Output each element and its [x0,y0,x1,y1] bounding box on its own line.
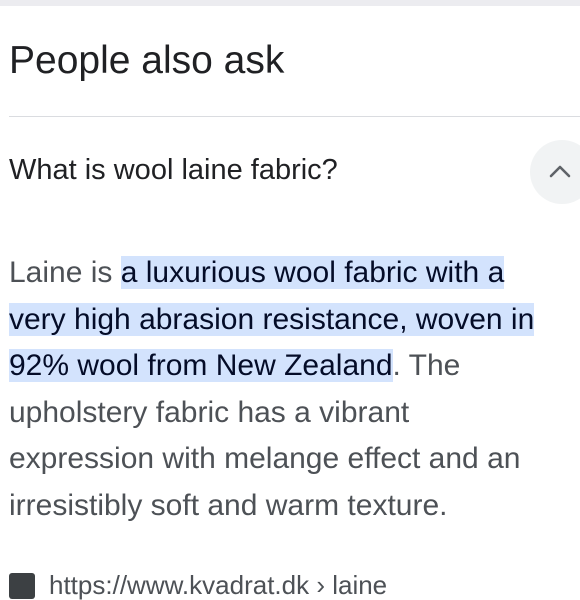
answer-line-5: expression with melange effect and an [9,442,521,475]
chevron-up-icon [549,165,571,178]
answer-text: . The [392,349,461,382]
answer-highlight: a luxurious wool fabric with a [120,256,505,289]
answer-line-2: very high abrasion resistance, woven in [9,297,580,344]
answer-highlight: very high abrasion resistance, woven in [9,302,535,336]
answer-line-1: Laine is a luxurious wool fabric with a [9,250,580,297]
people-also-ask-heading: People also ask [9,39,285,82]
question-text[interactable]: What is wool laine fabric? [9,152,338,188]
answer-snippet: Laine is a luxurious wool fabric with a … [9,250,580,529]
answer-line-3: 92% wool from New Zealand. The [9,343,580,390]
question-row[interactable]: What is wool laine fabric? [0,117,580,227]
top-separator [0,0,580,6]
answer-line-6: irresistibly soft and warm texture. [9,488,448,522]
site-favicon-icon [9,573,35,599]
source-url[interactable]: https://www.kvadrat.dk › laine [49,570,387,600]
collapse-toggle-button[interactable] [530,140,580,204]
answer-highlight: 92% wool from New Zealand [9,349,393,382]
answer-line-4: upholstery fabric has a vibrant [9,395,410,429]
source-link[interactable]: https://www.kvadrat.dk › laine [9,566,569,600]
answer-text: Laine is [9,256,121,289]
